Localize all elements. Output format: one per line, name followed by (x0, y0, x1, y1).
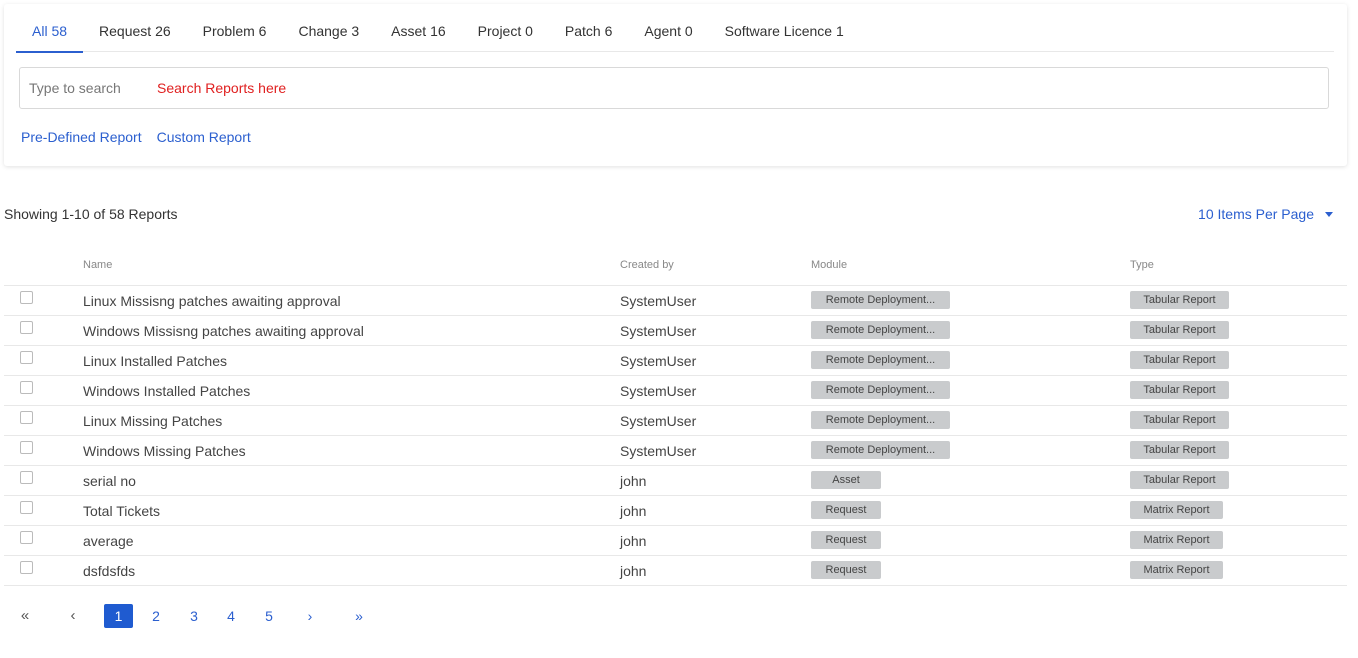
created-by: SystemUser (620, 353, 697, 369)
type-badge: Tabular Report (1130, 291, 1229, 309)
created-by: SystemUser (620, 413, 697, 429)
reports-table: Name Created by Module Type Linux Missis… (4, 250, 1347, 586)
report-name[interactable]: Windows Missisng patches awaiting approv… (83, 323, 364, 339)
tab-asset[interactable]: Asset 16 (375, 4, 461, 52)
created-by: john (620, 503, 647, 519)
row-checkbox[interactable] (20, 291, 33, 304)
module-badge: Asset (811, 471, 881, 489)
type-badge: Tabular Report (1130, 381, 1229, 399)
type-badge: Tabular Report (1130, 441, 1229, 459)
module-badge: Request (811, 561, 881, 579)
row-checkbox[interactable] (20, 321, 33, 334)
module-badge: Remote Deployment... (811, 441, 950, 459)
module-badge: Remote Deployment... (811, 411, 950, 429)
tab-agent[interactable]: Agent 0 (628, 4, 708, 52)
table-row[interactable]: Linux Installed Patches SystemUser Remot… (4, 346, 1347, 376)
page-3-button[interactable]: 3 (187, 604, 201, 628)
row-checkbox[interactable] (20, 381, 33, 394)
column-header-type[interactable]: Type (1130, 259, 1154, 271)
created-by: SystemUser (620, 323, 697, 339)
tab-request[interactable]: Request 26 (83, 4, 187, 52)
tab-patch[interactable]: Patch 6 (549, 4, 628, 52)
prev-page-icon[interactable]: ‹ (68, 604, 78, 628)
next-page-icon[interactable]: › (305, 604, 315, 628)
tab-change[interactable]: Change 3 (282, 4, 375, 52)
report-name[interactable]: average (83, 533, 134, 549)
results-count: Showing 1-10 of 58 Reports (4, 206, 178, 222)
row-checkbox[interactable] (20, 561, 33, 574)
table-row[interactable]: Linux Missisng patches awaiting approval… (4, 286, 1347, 316)
tab-problem[interactable]: Problem 6 (187, 4, 283, 52)
table-row[interactable]: Windows Missing Patches SystemUser Remot… (4, 436, 1347, 466)
module-badge: Request (811, 501, 881, 519)
custom-report-link[interactable]: Custom Report (157, 129, 251, 145)
caret-down-icon (1325, 212, 1333, 217)
column-header-name[interactable]: Name (83, 259, 112, 271)
report-name[interactable]: dsfdsfds (83, 563, 135, 579)
page-4-button[interactable]: 4 (224, 604, 238, 628)
page-1-button[interactable]: 1 (104, 604, 133, 628)
created-by: john (620, 473, 647, 489)
report-name[interactable]: Linux Missing Patches (83, 413, 222, 429)
row-checkbox[interactable] (20, 441, 33, 454)
predefined-report-link[interactable]: Pre-Defined Report (21, 129, 142, 145)
report-name[interactable]: Windows Missing Patches (83, 443, 246, 459)
module-badge: Remote Deployment... (811, 321, 950, 339)
created-by: SystemUser (620, 443, 697, 459)
report-name[interactable]: Linux Missisng patches awaiting approval (83, 293, 341, 309)
tab-software-licence[interactable]: Software Licence 1 (709, 4, 860, 52)
table-row[interactable]: Windows Missisng patches awaiting approv… (4, 316, 1347, 346)
module-badge: Remote Deployment... (811, 291, 950, 309)
table-row[interactable]: Total Tickets john Request Matrix Report (4, 496, 1347, 526)
row-checkbox[interactable] (20, 501, 33, 514)
module-badge: Request (811, 531, 881, 549)
search-input[interactable] (20, 68, 1328, 108)
table-header: Name Created by Module Type (4, 250, 1347, 286)
table-row[interactable]: dsfdsfds john Request Matrix Report (4, 556, 1347, 586)
items-per-page-dropdown[interactable]: 10 Items Per Page (1198, 206, 1333, 222)
row-checkbox[interactable] (20, 351, 33, 364)
row-checkbox[interactable] (20, 471, 33, 484)
report-type-links: Pre-Defined Report Custom Report (21, 129, 266, 145)
type-badge: Tabular Report (1130, 351, 1229, 369)
created-by: john (620, 533, 647, 549)
type-badge: Matrix Report (1130, 531, 1223, 549)
last-page-icon[interactable]: » (352, 604, 366, 628)
report-name[interactable]: Linux Installed Patches (83, 353, 227, 369)
search-box: Search Reports here (19, 67, 1329, 109)
type-badge: Tabular Report (1130, 471, 1229, 489)
first-page-icon[interactable]: « (18, 604, 32, 628)
report-name[interactable]: Total Tickets (83, 503, 160, 519)
column-header-created-by[interactable]: Created by (620, 259, 674, 271)
table-row[interactable]: Linux Missing Patches SystemUser Remote … (4, 406, 1347, 436)
row-checkbox[interactable] (20, 411, 33, 424)
report-filter-card: All 58 Request 26 Problem 6 Change 3 Ass… (4, 4, 1347, 166)
module-badge: Remote Deployment... (811, 351, 950, 369)
created-by: SystemUser (620, 293, 697, 309)
page-5-button[interactable]: 5 (262, 604, 276, 628)
table-row[interactable]: serial no john Asset Tabular Report (4, 466, 1347, 496)
type-badge: Matrix Report (1130, 561, 1223, 579)
type-badge: Tabular Report (1130, 411, 1229, 429)
module-badge: Remote Deployment... (811, 381, 950, 399)
type-badge: Matrix Report (1130, 501, 1223, 519)
tab-project[interactable]: Project 0 (462, 4, 549, 52)
report-name[interactable]: Windows Installed Patches (83, 383, 250, 399)
created-by: SystemUser (620, 383, 697, 399)
page-2-button[interactable]: 2 (149, 604, 163, 628)
row-checkbox[interactable] (20, 531, 33, 544)
created-by: john (620, 563, 647, 579)
type-badge: Tabular Report (1130, 321, 1229, 339)
tab-all[interactable]: All 58 (16, 4, 84, 53)
module-tabs: All 58 Request 26 Problem 6 Change 3 Ass… (16, 4, 1334, 53)
table-row[interactable]: Windows Installed Patches SystemUser Rem… (4, 376, 1347, 406)
items-per-page-label: 10 Items Per Page (1198, 206, 1314, 222)
table-row[interactable]: average john Request Matrix Report (4, 526, 1347, 556)
report-name[interactable]: serial no (83, 473, 136, 489)
column-header-module[interactable]: Module (811, 259, 847, 271)
